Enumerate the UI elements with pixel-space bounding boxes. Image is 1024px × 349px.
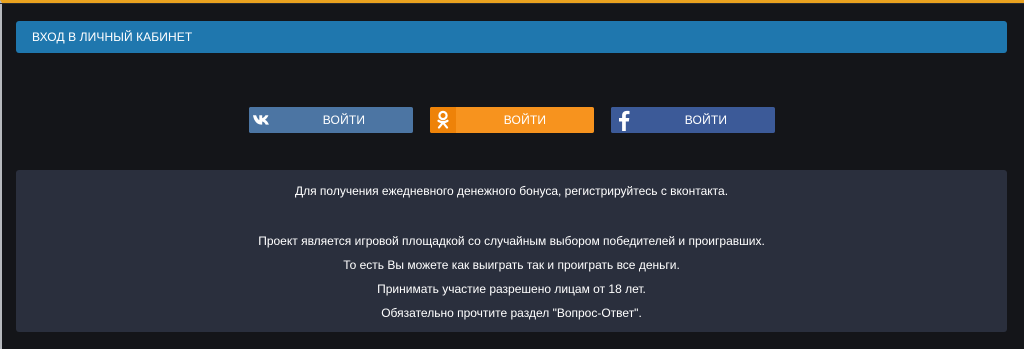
ok-login-button[interactable]: ВОЙТИ <box>430 107 594 133</box>
login-panel-header: ВХОД В ЛИЧНЫЙ КАБИНЕТ <box>16 21 1007 53</box>
odnoklassniki-icon <box>430 107 456 133</box>
top-border-shade <box>0 3 1024 4</box>
vk-login-button[interactable]: ВОЙТИ <box>249 107 413 133</box>
vk-icon <box>249 107 275 133</box>
info-line: Проект является игровой площадкой со слу… <box>258 234 765 248</box>
bonus-text: Для получения ежедневного денежного бону… <box>294 184 729 198</box>
info-panel: Для получения ежедневного денежного бону… <box>16 170 1007 332</box>
facebook-icon <box>611 107 637 133</box>
info-line: Обязательно прочтите раздел "Вопрос-Отве… <box>381 306 642 320</box>
info-line: Принимать участие разрешено лицам от 18 … <box>377 282 646 296</box>
vk-login-label: ВОЙТИ <box>322 113 366 127</box>
facebook-login-label: ВОЙТИ <box>684 113 728 127</box>
login-panel-title: ВХОД В ЛИЧНЫЙ КАБИНЕТ <box>32 30 193 44</box>
ok-login-label: ВОЙТИ <box>503 113 547 127</box>
facebook-login-button[interactable]: ВОЙТИ <box>611 107 775 133</box>
info-line: То есть Вы можете как выиграть так и про… <box>343 258 680 272</box>
